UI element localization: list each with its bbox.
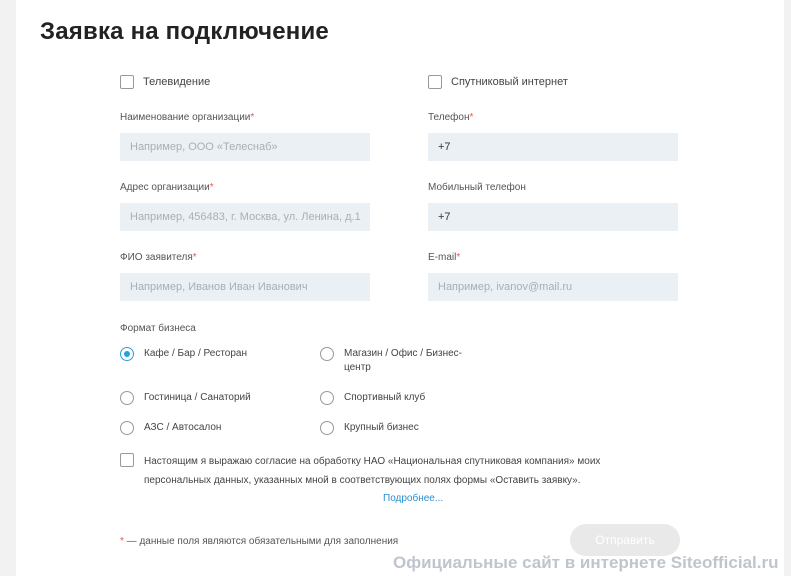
radio-large-business[interactable]: Крупный бизнес — [320, 421, 419, 435]
phone-label: Телефон* — [428, 112, 474, 123]
radio-hotel-label: Гостиница / Санаторий — [144, 392, 251, 403]
radio-sport[interactable]: Спортивный клуб — [320, 391, 426, 405]
radio-cafe-label: Кафе / Бар / Ресторан — [144, 348, 247, 359]
org-name-label: Наименование организации* — [120, 112, 255, 123]
radio-gas-station-dot[interactable] — [120, 421, 134, 435]
checkbox-satellite-box[interactable] — [428, 75, 442, 89]
org-name-input[interactable]: Например, ООО «Телеснаб» — [120, 133, 370, 161]
org-address-label: Адрес организации* — [120, 182, 214, 193]
checkbox-tv[interactable]: Телевидение — [120, 75, 210, 89]
radio-cafe-dot[interactable] — [120, 347, 134, 361]
checkbox-tv-label: Телевидение — [143, 76, 211, 88]
mobile-input[interactable]: +7 — [428, 203, 678, 231]
submit-button[interactable]: Отправить — [570, 524, 680, 556]
watermark: Официальные сайт в интернете Siteofficia… — [393, 553, 779, 572]
consent-text: Настоящим я выражаю согласие на обработк… — [144, 456, 601, 486]
required-note: * — данные поля являются обязательными д… — [120, 536, 399, 547]
radio-shop-label: Магазин / Офис / Бизнес-центр — [344, 348, 462, 373]
radio-shop-dot[interactable] — [320, 347, 334, 361]
consent-checkbox[interactable]: Настоящим я выражаю согласие на обработк… — [120, 452, 664, 490]
checkbox-satellite-label: Спутниковый интернет — [451, 76, 568, 88]
radio-large-business-dot[interactable] — [320, 421, 334, 435]
radio-shop[interactable]: Магазин / Офис / Бизнес-центр — [320, 347, 469, 375]
radio-gas-station-label: АЗС / Автосалон — [144, 422, 222, 433]
radio-sport-dot[interactable] — [320, 391, 334, 405]
more-link[interactable]: Подробнее... — [383, 493, 443, 504]
page-title: Заявка на подключение — [40, 18, 329, 45]
consent-checkbox-box[interactable] — [120, 453, 134, 467]
radio-gas-station[interactable]: АЗС / Автосалон — [120, 421, 222, 435]
checkbox-tv-box[interactable] — [120, 75, 134, 89]
radio-hotel[interactable]: Гостиница / Санаторий — [120, 391, 251, 405]
phone-input[interactable]: +7 — [428, 133, 678, 161]
radio-cafe[interactable]: Кафе / Бар / Ресторан — [120, 347, 247, 361]
mobile-label: Мобильный телефон — [428, 182, 526, 193]
radio-sport-label: Спортивный клуб — [344, 392, 426, 403]
fio-input[interactable]: Например, Иванов Иван Иванович — [120, 273, 370, 301]
email-input[interactable]: Например, ivanov@mail.ru — [428, 273, 678, 301]
fio-label: ФИО заявителя* — [120, 252, 197, 263]
org-address-input[interactable]: Например, 456483, г. Москва, ул. Ленина,… — [120, 203, 370, 231]
checkbox-satellite-internet[interactable]: Спутниковый интернет — [428, 75, 568, 89]
business-format-label: Формат бизнеса — [120, 323, 196, 334]
radio-hotel-dot[interactable] — [120, 391, 134, 405]
radio-large-business-label: Крупный бизнес — [344, 422, 419, 433]
email-label: E-mail* — [428, 252, 461, 263]
